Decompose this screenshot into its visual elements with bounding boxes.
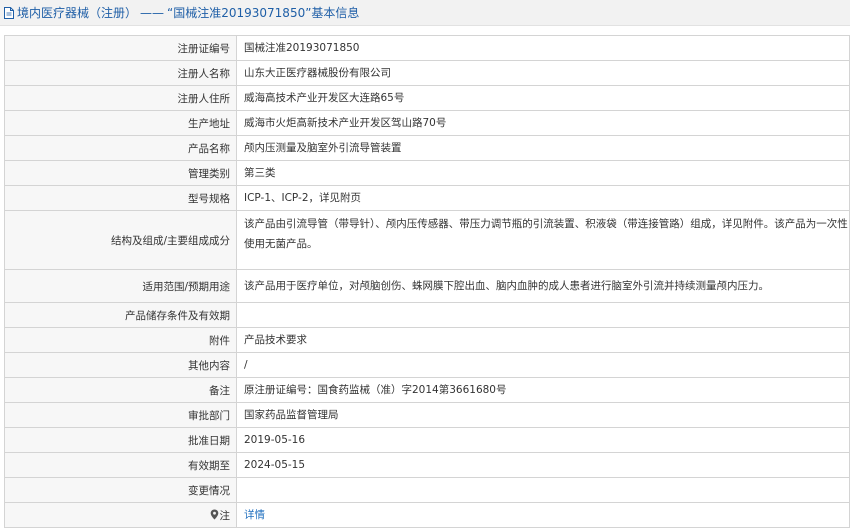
page-header: 境内医疗器械（注册） —— “国械注准20193071850”基本信息 <box>0 0 850 26</box>
row-value: 该产品由引流导管（带导针）、颅内压传感器、带压力调节瓶的引流装置、积液袋（带连接… <box>236 210 850 270</box>
row-label: 变更情况 <box>4 477 237 503</box>
row-label: 产品储存条件及有效期 <box>4 302 237 328</box>
row-value: 国械注准20193071850 <box>236 35 850 61</box>
row-value: 第三类 <box>236 160 850 186</box>
table-row-note: 注 详情 <box>4 502 850 528</box>
row-label: 注册证编号 <box>4 35 237 61</box>
table-row: 注册人名称 山东大正医疗器械股份有限公司 <box>4 60 850 86</box>
table-row: 适用范围/预期用途 该产品用于医疗单位，对颅脑创伤、蛛网膜下腔出血、脑内血肿的成… <box>4 269 850 303</box>
table-row: 其他内容 / <box>4 352 850 378</box>
row-value: 2024-05-15 <box>236 452 850 478</box>
table-row: 变更情况 <box>4 477 850 503</box>
row-label: 适用范围/预期用途 <box>4 269 237 303</box>
table-row: 产品储存条件及有效期 <box>4 302 850 328</box>
row-label: 批准日期 <box>4 427 237 453</box>
table-row: 附件 产品技术要求 <box>4 327 850 353</box>
row-label: 型号规格 <box>4 185 237 211</box>
table-row: 生产地址 威海市火炬高新技术产业开发区驾山路70号 <box>4 110 850 136</box>
table-row: 型号规格 ICP-1、ICP-2，详见附页 <box>4 185 850 211</box>
table-row: 备注 原注册证编号：国食药监械（准）字2014第3661680号 <box>4 377 850 403</box>
table-row: 产品名称 颅内压测量及脑室外引流导管装置 <box>4 135 850 161</box>
table-row: 结构及组成/主要组成成分 该产品由引流导管（带导针）、颅内压传感器、带压力调节瓶… <box>4 210 850 270</box>
row-label: 结构及组成/主要组成成分 <box>4 210 237 270</box>
row-label: 有效期至 <box>4 452 237 478</box>
row-label: 审批部门 <box>4 402 237 428</box>
table-row: 有效期至 2024-05-15 <box>4 452 850 478</box>
row-label: 管理类别 <box>4 160 237 186</box>
document-icon <box>3 6 15 20</box>
table-row: 注册证编号 国械注准20193071850 <box>4 35 850 61</box>
note-value-cell: 详情 <box>236 502 850 528</box>
row-value: 颅内压测量及脑室外引流导管装置 <box>236 135 850 161</box>
row-value: 2019-05-16 <box>236 427 850 453</box>
row-value: 原注册证编号：国食药监械（准）字2014第3661680号 <box>236 377 850 403</box>
row-value: / <box>236 352 850 378</box>
row-label: 生产地址 <box>4 110 237 136</box>
row-value: 该产品用于医疗单位，对颅脑创伤、蛛网膜下腔出血、脑内血肿的成人患者进行脑室外引流… <box>236 269 850 303</box>
header-separator: —— <box>140 5 165 20</box>
row-label: 产品名称 <box>4 135 237 161</box>
row-value: 产品技术要求 <box>236 327 850 353</box>
row-label: 注册人名称 <box>4 60 237 86</box>
table-row: 注册人住所 威海高技术产业开发区大连路65号 <box>4 85 850 111</box>
header-title-highlight: “国械注准20193071850”基本信息 <box>167 6 360 20</box>
table-row: 批准日期 2019-05-16 <box>4 427 850 453</box>
note-label-cell: 注 <box>4 502 237 528</box>
row-value: ICP-1、ICP-2，详见附页 <box>236 185 850 211</box>
row-label: 注册人住所 <box>4 85 237 111</box>
details-link[interactable]: 详情 <box>244 509 265 521</box>
row-label: 其他内容 <box>4 352 237 378</box>
row-value: 威海高技术产业开发区大连路65号 <box>236 85 850 111</box>
row-value: 山东大正医疗器械股份有限公司 <box>236 60 850 86</box>
row-value: 威海市火炬高新技术产业开发区驾山路70号 <box>236 110 850 136</box>
table-row: 审批部门 国家药品监督管理局 <box>4 402 850 428</box>
row-label: 备注 <box>4 377 237 403</box>
detail-table: 注册证编号 国械注准20193071850 注册人名称 山东大正医疗器械股份有限… <box>4 35 850 528</box>
header-title-prefix: 境内医疗器械（注册） <box>17 6 138 20</box>
row-value <box>236 302 850 328</box>
note-label: 注 <box>219 509 231 522</box>
row-value: 国家药品监督管理局 <box>236 402 850 428</box>
row-value <box>236 477 850 503</box>
table-row: 管理类别 第三类 <box>4 160 850 186</box>
row-label: 附件 <box>4 327 237 353</box>
